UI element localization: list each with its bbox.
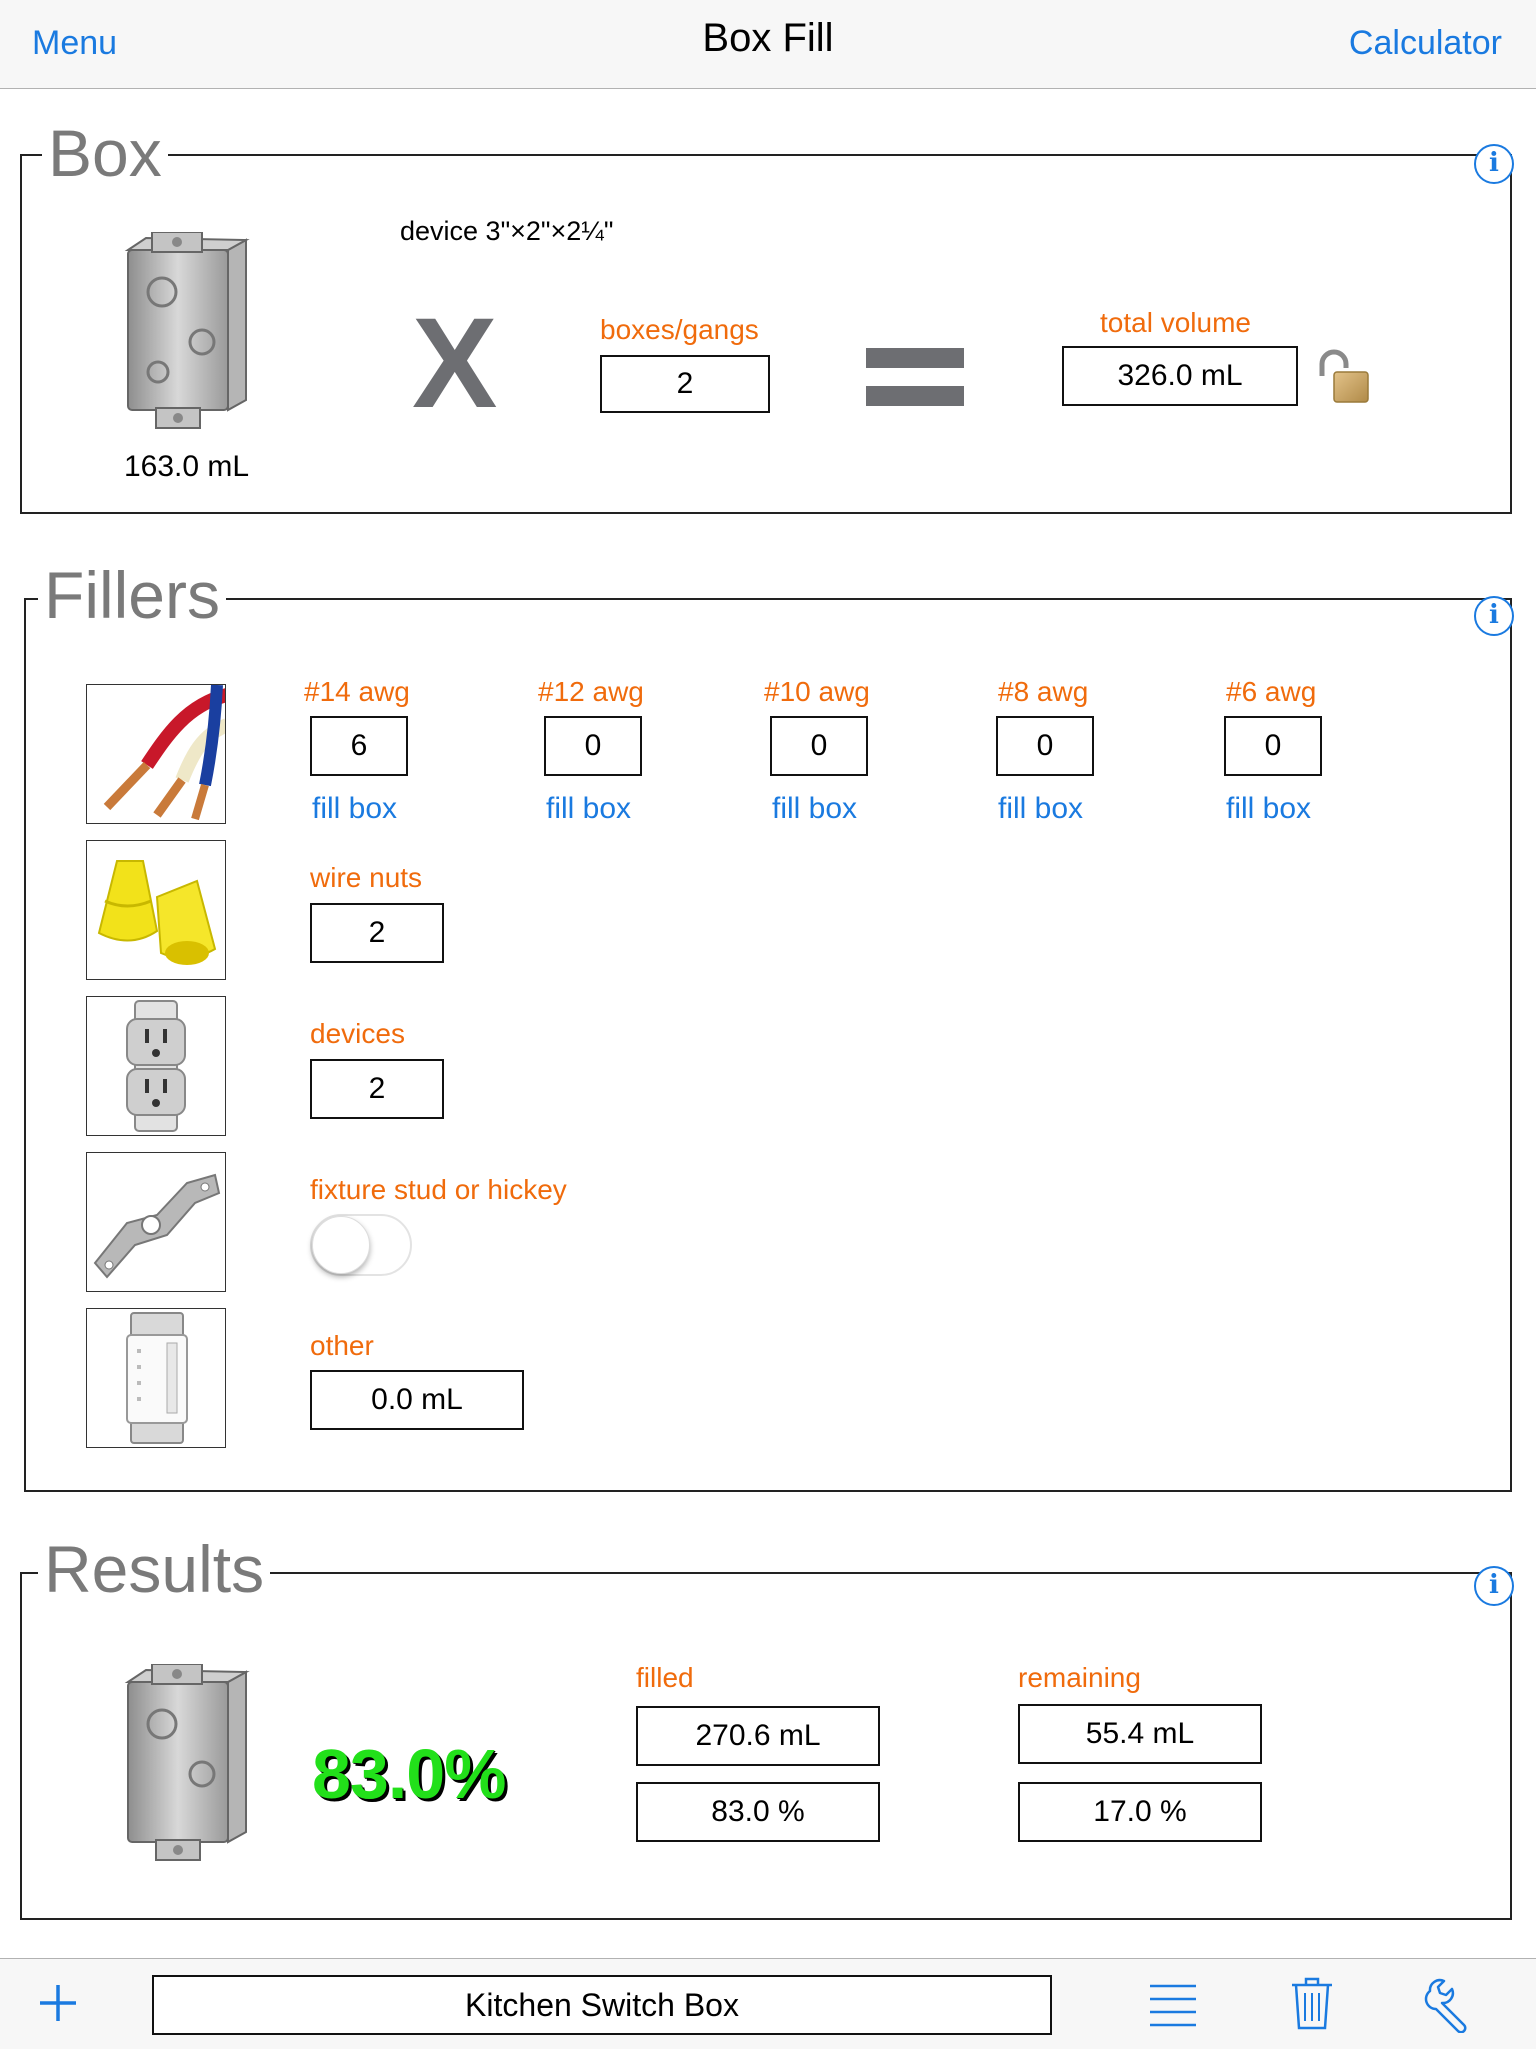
fill-box-button-14[interactable]: fill box [312, 792, 397, 826]
wire-nuts-input[interactable]: 2 [310, 903, 444, 963]
fillers-info-icon[interactable]: i [1474, 596, 1514, 636]
wire-label-10: #10 awg [764, 676, 870, 707]
wire-nut-image[interactable] [86, 840, 226, 980]
wrench-icon[interactable] [1424, 1977, 1480, 2034]
nav-bar: Menu Box Fill Calculator [0, 0, 1536, 89]
project-name-field[interactable]: Kitchen Switch Box [152, 1975, 1052, 2035]
wire-input-12[interactable]: 0 [544, 716, 642, 776]
results-info-icon[interactable]: i [1474, 1566, 1514, 1606]
devices-label: devices [310, 1018, 405, 1049]
wire-input-14[interactable]: 6 [310, 716, 408, 776]
fill-box-button-8[interactable]: fill box [998, 792, 1083, 826]
box-volume: 163.0 mL [124, 450, 250, 483]
plus-icon[interactable] [36, 1981, 80, 2025]
fill-box-button-12[interactable]: fill box [546, 792, 631, 826]
other-volume-input[interactable]: 0.0 mL [310, 1370, 524, 1430]
bottom-toolbar: Kitchen Switch Box [0, 1958, 1536, 2049]
other-label: other [310, 1330, 374, 1361]
wire-label-12: #12 awg [538, 676, 644, 707]
receptacle-image[interactable] [86, 996, 226, 1136]
wire-nuts-label: wire nuts [310, 862, 423, 893]
wire-input-6[interactable]: 0 [1224, 716, 1322, 776]
fill-box-button-10[interactable]: fill box [772, 792, 857, 826]
fixture-label: fixture stud or hickey [310, 1174, 567, 1205]
wire-label-14: #14 awg [304, 676, 410, 707]
remaining-percent-field: 17.0 % [1018, 1782, 1262, 1842]
multiply-symbol: X [412, 292, 498, 435]
page-title: Box Fill [702, 16, 834, 60]
fixture-stud-image[interactable] [86, 1152, 226, 1292]
list-icon[interactable] [1148, 1983, 1198, 2029]
gangs-input[interactable]: 2 [600, 355, 770, 413]
wire-input-10[interactable]: 0 [770, 716, 868, 776]
fixture-toggle[interactable] [310, 1214, 412, 1276]
wire-label-6: #6 awg [1226, 676, 1317, 707]
wire-input-8[interactable]: 0 [996, 716, 1094, 776]
equals-bar-bottom [866, 386, 964, 406]
gangs-label: boxes/gangs [600, 314, 759, 345]
results-box-image [122, 1663, 252, 1864]
box-info-icon[interactable]: i [1474, 144, 1514, 184]
electrical-box-image[interactable] [122, 231, 252, 432]
total-volume-label: total volume [1100, 307, 1251, 338]
box-section-title: Box [42, 118, 168, 188]
dimmer-image[interactable] [86, 1308, 226, 1448]
wire-label-8: #8 awg [998, 676, 1089, 707]
results-section-title: Results [38, 1534, 271, 1604]
filled-label: filled [636, 1662, 694, 1693]
fill-percentage: 83.0% [312, 1735, 506, 1813]
total-volume-field[interactable]: 326.0 mL [1062, 346, 1298, 406]
remaining-label: remaining [1018, 1662, 1141, 1693]
trash-icon[interactable] [1290, 1975, 1334, 2031]
device-label[interactable]: device 3"×2"×2¼" [400, 216, 613, 247]
fill-box-button-6[interactable]: fill box [1226, 792, 1311, 826]
filled-percent-field: 83.0 % [636, 1782, 880, 1842]
remaining-volume-field: 55.4 mL [1018, 1704, 1262, 1764]
fillers-section-title: Fillers [38, 560, 226, 630]
wire-image[interactable] [86, 684, 226, 824]
lock-open-icon[interactable] [1316, 348, 1376, 408]
calculator-button[interactable]: Calculator [1349, 24, 1502, 63]
devices-input[interactable]: 2 [310, 1059, 444, 1119]
filled-volume-field: 270.6 mL [636, 1706, 880, 1766]
equals-bar-top [866, 348, 964, 368]
toggle-knob [312, 1216, 370, 1274]
